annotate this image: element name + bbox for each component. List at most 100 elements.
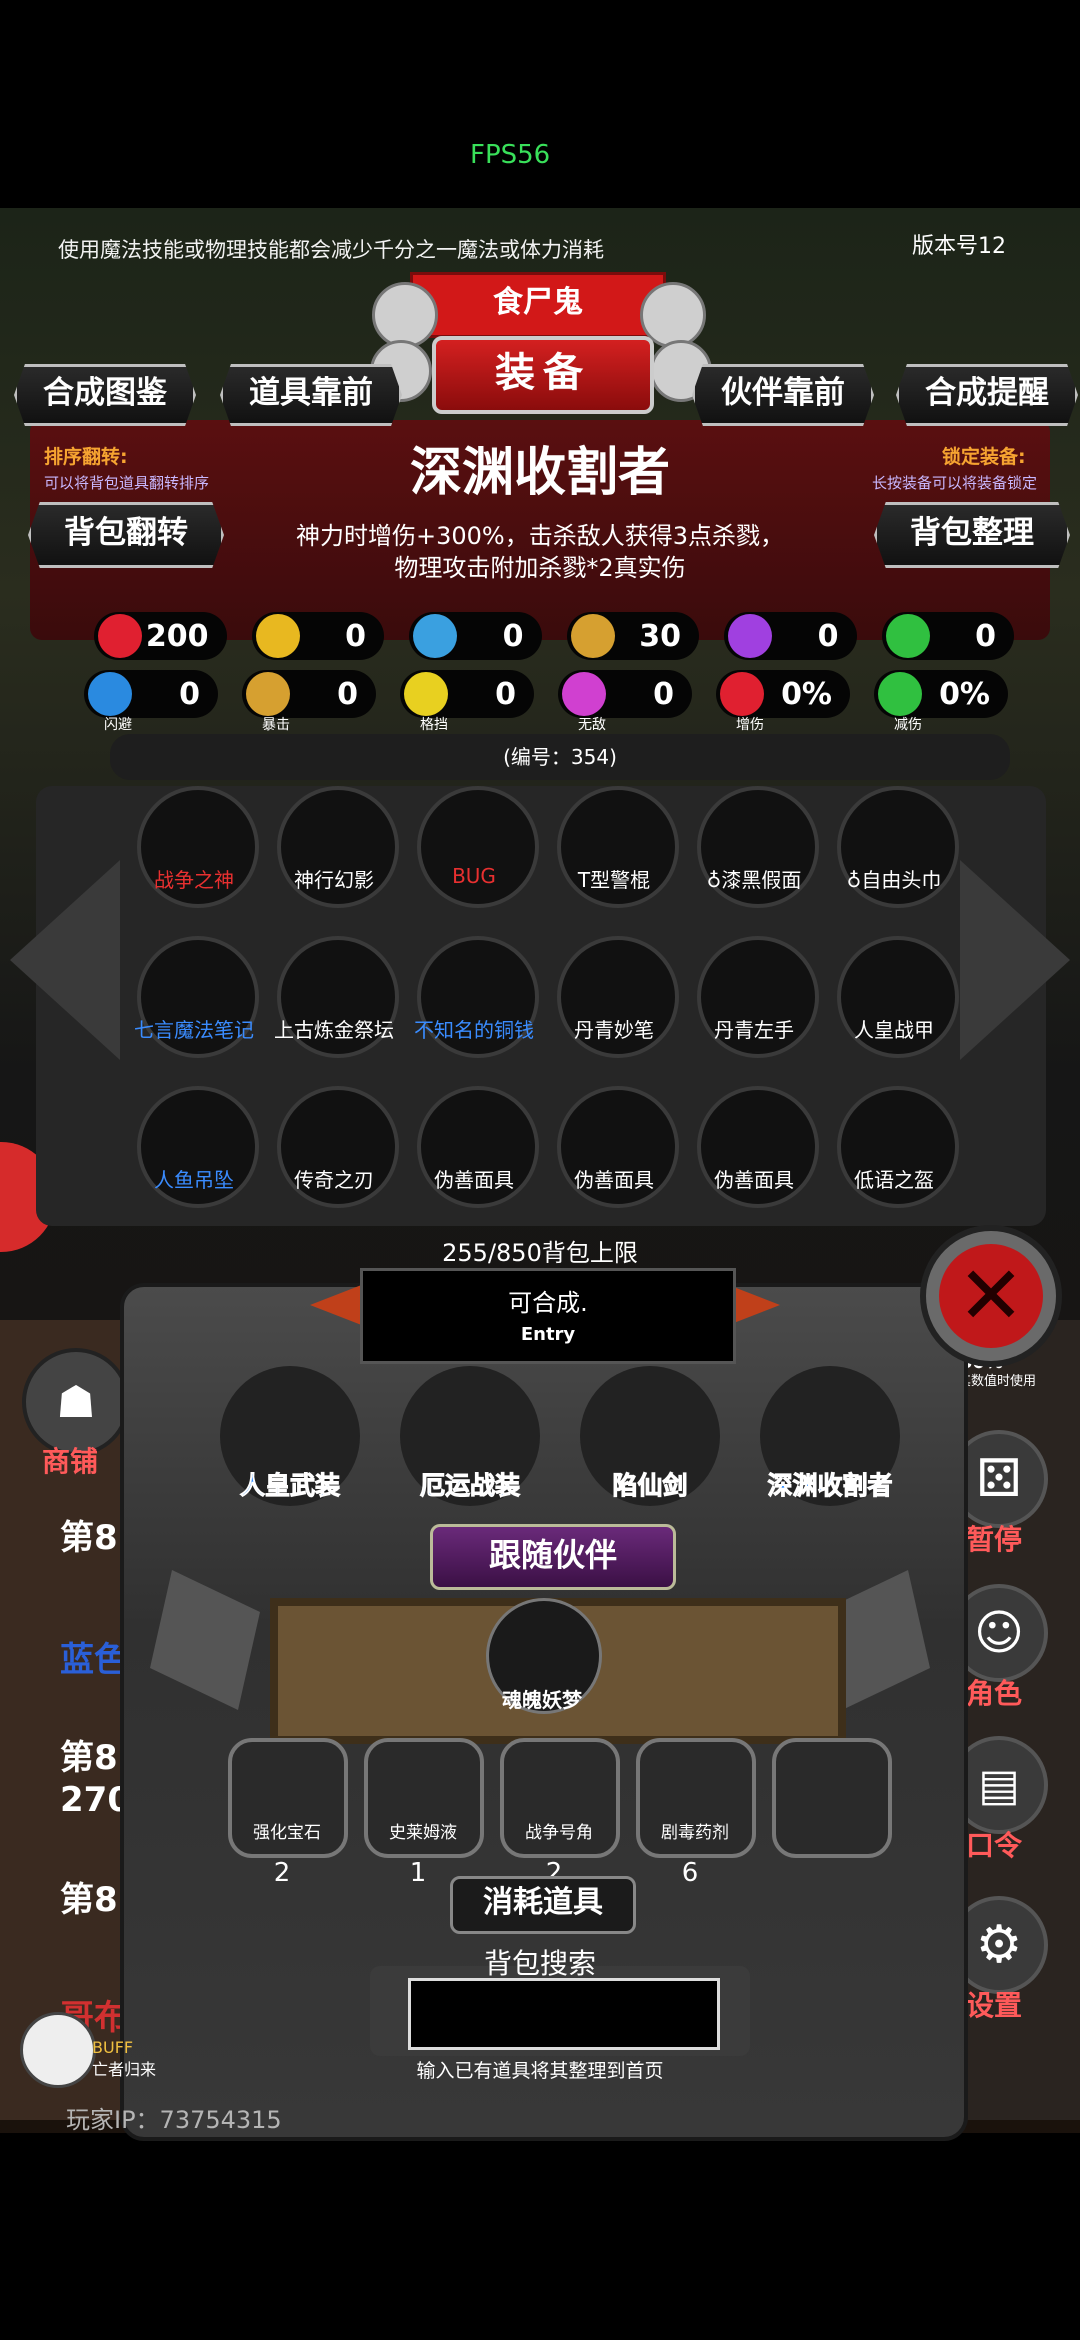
synthesis-item[interactable]: 深渊收割者	[740, 1366, 920, 1516]
stat-label: 减伤	[894, 717, 922, 733]
synthesis-item[interactable]: 陷仙剑	[560, 1366, 740, 1516]
consumable-icon	[772, 1738, 892, 1858]
item-icon	[417, 786, 539, 908]
stat-pill: 0% 减伤	[874, 670, 1008, 733]
stats-row-1: 200 0 0 30 0 0	[94, 612, 1014, 662]
inventory-item[interactable]: 伪善面具	[544, 1086, 684, 1236]
consumable-slot[interactable]: 史莱姆液 1	[358, 1738, 488, 1888]
version-label: 版本号12	[912, 234, 1006, 259]
consumable-count: 6	[681, 1858, 699, 1888]
stat-value: 30	[639, 618, 681, 654]
synthesis-entry: Entry	[520, 1324, 576, 1345]
item-label: 不知名的铜钱	[414, 1018, 534, 1042]
sort-label: 排序翻转:	[44, 446, 128, 468]
stat-pill: 0 暴击	[242, 670, 376, 733]
stat-value: 0	[495, 676, 516, 712]
crit-icon	[246, 672, 290, 716]
tab-craft-guide[interactable]: 合成图鉴	[14, 364, 196, 426]
inventory-item[interactable]: 七言魔法笔记	[124, 936, 264, 1086]
buff-skull-icon[interactable]	[20, 2012, 96, 2088]
inventory-item[interactable]: ♁漆黑假面	[684, 786, 824, 936]
inventory-item[interactable]: 伪善面具	[404, 1086, 544, 1236]
stat-value: 0%	[939, 676, 990, 712]
target-name: 食尸鬼	[493, 285, 583, 320]
item-label: 丹青妙笔	[574, 1018, 654, 1042]
close-icon: ✕	[939, 1244, 1043, 1348]
inventory-item[interactable]: ♁自由头巾	[824, 786, 964, 936]
tip-text: 使用魔法技能或物理技能都会减少千分之一魔法或体力消耗	[58, 238, 604, 262]
synthesis-item[interactable]: 厄运战装	[380, 1366, 560, 1516]
backpack-flip-button[interactable]: 背包翻转	[28, 502, 224, 568]
inventory-item[interactable]: 不知名的铜钱	[404, 936, 544, 1086]
tab-craft-hint[interactable]: 合成提醒	[896, 364, 1078, 426]
fps-counter: FPS56	[470, 140, 551, 170]
item-label: ♁漆黑假面	[706, 868, 802, 892]
search-title: 背包搜索	[483, 1947, 596, 1980]
stat-pill: 0	[881, 612, 1014, 660]
desc-line-1: 神力时增伤+300%，击杀敌人获得3点杀戮，	[296, 522, 784, 550]
inventory-item[interactable]: T型警棍	[544, 786, 684, 936]
helmet-icon	[413, 614, 457, 658]
inventory-item[interactable]: BUG	[404, 786, 544, 936]
stat-label: 格挡	[420, 717, 448, 733]
lightning-icon	[728, 614, 772, 658]
stats-row-2: 0 闪避 0 暴击 0 格挡 0 无敌 0% 增伤 0% 减伤	[84, 670, 1014, 734]
stat-pill: 0 无敌	[558, 670, 692, 733]
synthesis-item-label: 陷仙剑	[612, 1471, 688, 1501]
bg-text-1: 第8	[60, 1518, 118, 1558]
consumable-slot[interactable]	[766, 1738, 896, 1888]
inventory-item[interactable]: 低语之盔	[824, 1086, 964, 1236]
stat-label: 暴击	[262, 717, 290, 733]
inventory-item[interactable]: 神行幻影	[264, 786, 404, 936]
item-label: 上古炼金祭坛	[274, 1018, 394, 1042]
skull-left-icon	[372, 282, 438, 348]
lock-label: 锁定装备:	[942, 446, 1026, 468]
tab-partner-front[interactable]: 伙伴靠前	[692, 364, 874, 426]
target-banner: 食尸鬼	[410, 272, 666, 338]
consumable-slot[interactable]: 剧毒药剂 6	[630, 1738, 760, 1888]
consumable-slot[interactable]: 战争号角 2	[494, 1738, 624, 1888]
speed-icon	[570, 614, 615, 658]
inventory-item[interactable]: 战争之神	[124, 786, 264, 936]
consumable-label: 强化宝石	[253, 1823, 321, 1843]
damage-down-icon	[878, 672, 922, 716]
consumable-count: 2	[273, 1858, 291, 1888]
synthesis-item-label: 厄运战装	[419, 1471, 520, 1501]
inventory-item[interactable]: 丹青左手	[684, 936, 824, 1086]
inventory-grid: 战争之神 神行幻影 BUG T型警棍 ♁漆黑假面 ♁自由头巾七言魔法笔记 上古炼金祭坛 不知名…	[124, 786, 984, 1226]
synthesis-entry-box[interactable]: 可合成. Entry	[360, 1268, 736, 1364]
stat-pill: 200	[94, 612, 227, 660]
inventory-item[interactable]: 丹青妙笔	[544, 936, 684, 1086]
stat-label: 无敌	[578, 717, 606, 733]
capacity-label: 255/850背包上限	[442, 1239, 638, 1267]
synthesis-status: 可合成.	[508, 1289, 588, 1317]
stat-value: 0	[817, 618, 839, 654]
tab-items-front[interactable]: 道具靠前	[220, 364, 402, 426]
buff-label: BUFF	[92, 2038, 134, 2057]
synthesis-item[interactable]: 人皇武装	[200, 1366, 380, 1516]
inventory-item[interactable]: 伪善面具	[684, 1086, 824, 1236]
inventory-item[interactable]: 人鱼吊坠	[124, 1086, 264, 1236]
item-label: 人鱼吊坠	[154, 1168, 234, 1192]
dodge-icon	[88, 672, 132, 716]
selected-item-desc: 神力时增伤+300%，击杀敌人获得3点杀戮， 物理攻击附加杀戮*2真实伤	[230, 520, 850, 584]
inventory-item[interactable]: 人皇战甲	[824, 936, 964, 1086]
damage-up-icon	[720, 672, 764, 716]
block-icon	[404, 672, 448, 716]
synthesis-items: 人皇武装 厄运战装 陷仙剑 深渊收割者	[200, 1366, 920, 1516]
consumable-slot[interactable]: 强化宝石 2	[222, 1738, 352, 1888]
backpack-sort-button[interactable]: 背包整理	[874, 502, 1070, 568]
consumable-label: 战争号角	[525, 1823, 593, 1843]
inventory-item[interactable]: 上古炼金祭坛	[264, 936, 404, 1086]
close-button[interactable]: ✕	[920, 1225, 1062, 1367]
invincible-icon	[562, 672, 606, 716]
role-label: 角色	[966, 1677, 1023, 1710]
consumable-label: 剧毒药剂	[661, 1823, 729, 1843]
inventory-item[interactable]: 传奇之刃	[264, 1086, 404, 1236]
sort-hint: 可以将背包道具翻转排序	[44, 474, 210, 492]
clover-icon	[885, 614, 930, 658]
item-label: 传奇之刃	[294, 1168, 374, 1192]
lock-hint: 长按装备可以将装备锁定	[872, 474, 1038, 492]
search-input[interactable]	[408, 1978, 720, 2050]
item-label: 丹青左手	[714, 1018, 794, 1042]
